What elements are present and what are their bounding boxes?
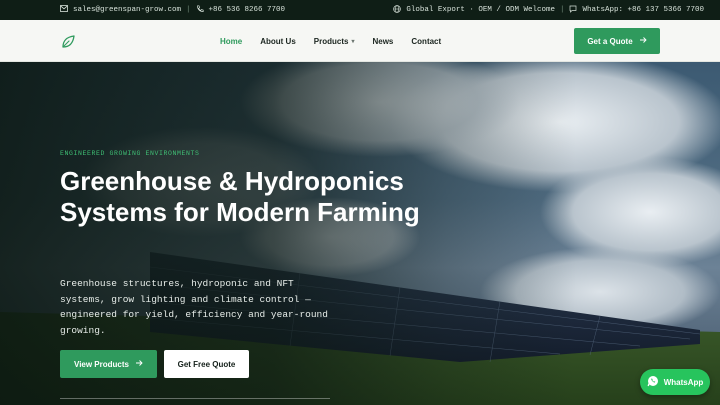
top-bar: sales@greenspan-grow.com | +86 536 8266 … xyxy=(0,0,720,20)
whatsapp-icon xyxy=(647,375,659,389)
nav-contact[interactable]: Contact xyxy=(411,37,441,46)
chevron-down-icon: ▾ xyxy=(351,38,355,45)
nav-about[interactable]: About Us xyxy=(260,37,296,46)
nav-home-label: Home xyxy=(220,36,243,46)
nav-products[interactable]: Products ▾ xyxy=(314,37,355,46)
nav-products-label: Products xyxy=(313,36,349,46)
contact-phone[interactable]: +86 536 8266 7700 xyxy=(209,6,286,14)
chat-icon xyxy=(569,5,577,16)
hero-title: Greenhouse & Hydroponics Systems for Mod… xyxy=(60,166,420,227)
nav-about-label: About Us xyxy=(260,36,296,46)
view-products-label: View Products xyxy=(74,359,129,369)
whatsapp-float-button[interactable]: WhatsApp xyxy=(640,369,710,395)
nav-news[interactable]: News xyxy=(372,37,393,46)
whatsapp-number[interactable]: WhatsApp: +86 137 5366 7700 xyxy=(582,6,704,14)
hero-description: Greenhouse structures, hydroponic and NF… xyxy=(60,278,328,336)
nav-home[interactable]: Home xyxy=(220,37,242,46)
main-nav: Home About Us Products ▾ News Contact xyxy=(220,20,459,62)
arrow-right-icon xyxy=(135,359,143,369)
get-free-quote-label: Get Free Quote xyxy=(177,359,236,369)
nav-contact-label: Contact xyxy=(411,36,442,46)
whatsapp-label: WhatsApp xyxy=(663,377,704,387)
hero-divider xyxy=(60,398,330,399)
view-products-button[interactable]: View Products xyxy=(60,350,157,378)
divider: | xyxy=(186,6,191,14)
nav-news-label: News xyxy=(372,36,394,46)
phone-icon xyxy=(196,4,204,16)
contact-email[interactable]: sales@greenspan-grow.com xyxy=(73,6,181,14)
leaf-logo-icon[interactable] xyxy=(60,34,76,50)
get-quote-label: Get a Quote xyxy=(587,36,633,46)
divider: | xyxy=(559,6,565,14)
global-export-note: Global Export · OEM / ODM Welcome xyxy=(406,6,555,14)
site-header: Home About Us Products ▾ News Contact Get… xyxy=(0,20,720,62)
get-free-quote-button[interactable]: Get Free Quote xyxy=(164,350,249,378)
hero-eyebrow: ENGINEERED GROWING ENVIRONMENTS xyxy=(60,150,200,157)
arrow-right-icon xyxy=(639,36,647,46)
globe-icon xyxy=(393,4,402,16)
mail-icon xyxy=(60,5,68,15)
get-quote-button[interactable]: Get a Quote xyxy=(574,28,660,54)
